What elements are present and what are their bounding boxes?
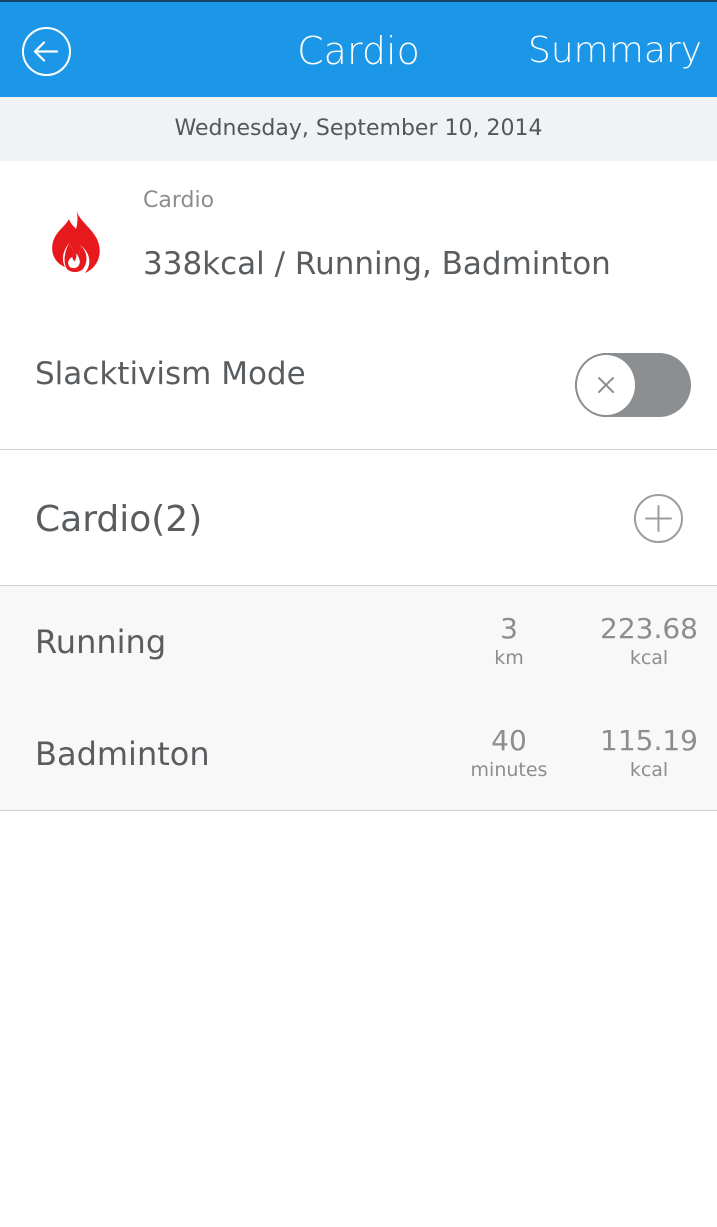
amount-value: 3 [500, 612, 518, 645]
activity-row-badminton[interactable]: Badminton 40 minutes 115.19 kcal [0, 698, 717, 810]
cardio-screen: Cardio Summary Wednesday, September 10, … [0, 0, 717, 1227]
calories-value: 115.19 [600, 724, 698, 757]
calories-value: 223.68 [600, 612, 698, 645]
slacktivism-label: Slacktivism Mode [35, 356, 306, 392]
activity-calories: 223.68 kcal [589, 612, 709, 670]
summary-button[interactable]: Summary [528, 28, 702, 74]
activity-amount: 40 minutes [449, 724, 569, 782]
amount-value: 40 [491, 724, 527, 757]
back-button[interactable] [22, 27, 71, 76]
calories-unit: kcal [629, 759, 669, 781]
activity-name: Badminton [35, 735, 210, 773]
plus-icon [645, 505, 672, 532]
date-bar: Wednesday, September 10, 2014 [0, 97, 717, 161]
cardio-summary-value: 338kcal / Running, Badminton [143, 246, 611, 282]
date-label: Wednesday, September 10, 2014 [174, 116, 543, 141]
page-title: Cardio [297, 29, 420, 73]
divider [0, 810, 717, 811]
divider [0, 449, 717, 450]
app-header: Cardio Summary [0, 0, 717, 97]
activity-list: Running 3 km 223.68 kcal Badminton 40 mi… [0, 586, 717, 810]
activity-amount: 3 km [449, 612, 569, 670]
close-icon [598, 377, 614, 393]
cardio-summary-label: Cardio [143, 188, 215, 213]
calories-unit: kcal [629, 647, 669, 669]
cardio-list-title: Cardio(2) [35, 499, 203, 540]
arrow-left-icon [33, 41, 59, 62]
flame-icon [52, 209, 100, 273]
activity-row-running[interactable]: Running 3 km 223.68 kcal [0, 586, 717, 698]
slacktivism-toggle[interactable] [575, 353, 691, 417]
toggle-knob [575, 353, 637, 417]
amount-unit: minutes [470, 759, 548, 781]
activity-name: Running [35, 623, 167, 661]
add-activity-button[interactable] [634, 494, 683, 543]
amount-unit: km [494, 647, 524, 669]
activity-calories: 115.19 kcal [589, 724, 709, 782]
